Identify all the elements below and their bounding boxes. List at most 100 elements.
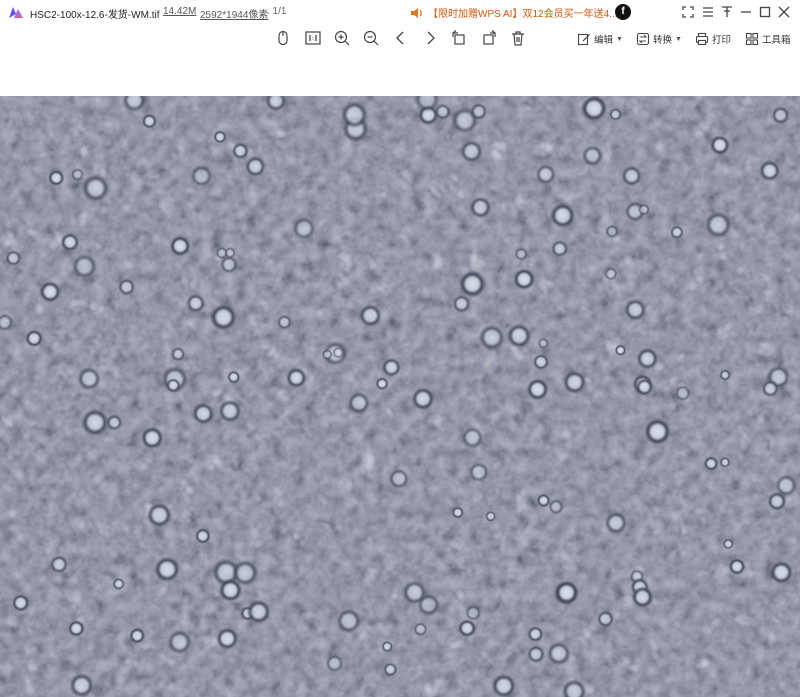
rounded-cell — [381, 357, 402, 378]
rounded-cell — [140, 426, 164, 450]
previous-icon[interactable] — [392, 29, 410, 47]
rounded-cell — [192, 402, 215, 425]
rounded-cell — [117, 278, 136, 296]
rounded-cell — [246, 599, 271, 625]
rounded-cell — [537, 337, 549, 349]
rounded-cell — [71, 168, 84, 182]
mouse-icon[interactable] — [274, 29, 292, 47]
rounded-cell — [292, 216, 316, 241]
speaker-icon — [411, 7, 422, 18]
rounded-cell — [532, 353, 550, 371]
rounded-cell — [596, 610, 615, 628]
image-resolution[interactable]: 2592*1944像素 — [200, 6, 268, 21]
print-button[interactable]: 打印 — [695, 30, 731, 48]
next-icon[interactable] — [421, 29, 439, 47]
rounded-cell — [106, 414, 123, 431]
page-count: . 1/1 — [267, 6, 287, 17]
rounded-cell — [469, 196, 492, 219]
rounded-cell — [621, 165, 643, 187]
rounded-cell — [325, 654, 344, 673]
print-icon — [695, 32, 709, 46]
rounded-cell — [703, 456, 719, 471]
rounded-cell — [112, 577, 125, 591]
rounded-cell — [513, 268, 536, 291]
rounded-cell — [514, 247, 529, 261]
rounded-cell — [608, 107, 623, 121]
minimize-icon[interactable] — [738, 4, 754, 20]
rounded-cell — [728, 558, 746, 576]
file-size[interactable]: 14.42M — [163, 6, 196, 17]
delete-icon[interactable] — [509, 29, 527, 47]
rounded-cell — [213, 130, 227, 144]
rounded-cell — [452, 294, 471, 314]
rotate-left-icon[interactable] — [450, 29, 468, 47]
rounded-cell — [458, 270, 487, 298]
rounded-cell — [244, 155, 267, 178]
close-icon[interactable] — [776, 4, 792, 20]
zoom-out-icon[interactable] — [362, 29, 380, 47]
rounded-cell — [71, 253, 98, 280]
fullscreen-icon[interactable] — [680, 4, 696, 20]
edit-menu[interactable]: 编辑 ▼ — [577, 30, 623, 48]
rounded-cell — [69, 672, 95, 697]
rounded-cell — [227, 370, 241, 384]
rounded-cell — [719, 369, 731, 381]
rounded-cell — [186, 293, 206, 313]
rounded-cell — [194, 527, 211, 545]
actual-size-icon[interactable] — [304, 29, 322, 47]
user-avatar[interactable]: f — [615, 4, 631, 20]
convert-icon — [636, 32, 650, 46]
rounded-cell — [478, 324, 506, 351]
rounded-cell — [276, 314, 292, 330]
promo-banner[interactable]: 【限时加赠WPS AI】双12会员买一年送4... — [410, 5, 617, 20]
toolbox-button[interactable]: 工具箱 — [745, 30, 791, 48]
rounded-cell — [604, 511, 628, 535]
rounded-cell — [231, 142, 249, 160]
rounded-cell — [411, 387, 435, 411]
convert-menu[interactable]: 转换 ▼ — [636, 30, 682, 48]
wps-image-logo-icon — [9, 7, 23, 18]
pin-icon[interactable] — [719, 4, 735, 20]
rotate-right-icon[interactable] — [480, 29, 498, 47]
rounded-cell — [375, 377, 389, 391]
rounded-cell — [167, 629, 193, 655]
rounded-cell — [604, 266, 618, 281]
rounded-cell — [581, 144, 604, 167]
maximize-icon[interactable] — [757, 4, 773, 20]
rounded-cell — [218, 399, 242, 423]
rounded-cell — [336, 608, 362, 634]
rounded-cell — [535, 163, 557, 185]
rounded-cell — [771, 106, 790, 125]
rounded-cell — [169, 235, 191, 257]
rounded-cell — [605, 224, 619, 239]
rounded-cell — [554, 580, 580, 606]
rounded-cell — [631, 586, 654, 609]
rounded-cell — [215, 246, 228, 260]
rounded-cell — [48, 169, 65, 187]
rounded-cell — [580, 96, 608, 122]
rounded-cell — [340, 100, 369, 129]
menu-icon[interactable] — [700, 4, 716, 20]
title-bar: HSC2-100x-12.6-发货-WM.tif 14.42M 2592*194… — [0, 0, 800, 24]
rounded-cell — [347, 391, 371, 415]
rounded-cell — [635, 378, 654, 396]
rounded-cell — [231, 559, 259, 587]
rounded-cell — [459, 139, 483, 163]
rounded-cell — [25, 329, 44, 348]
rounded-cell — [761, 379, 780, 398]
promo-text[interactable]: 【限时加赠WPS AI】双12会员买一年送4... — [428, 5, 617, 20]
rounded-cell — [358, 303, 383, 328]
rounded-cell — [526, 378, 549, 401]
rounded-cell — [451, 506, 464, 519]
rounded-cell — [215, 627, 239, 650]
rounded-cell — [381, 640, 394, 653]
rounded-cell — [526, 645, 546, 664]
zoom-in-icon[interactable] — [333, 29, 351, 47]
rounded-cell — [468, 461, 490, 483]
rounded-cell — [548, 499, 564, 515]
image-canvas[interactable] — [0, 96, 800, 697]
rounded-cell — [141, 113, 158, 129]
rounded-cell — [67, 619, 85, 638]
print-label: 打印 — [712, 35, 732, 46]
rounded-cell — [636, 347, 659, 370]
